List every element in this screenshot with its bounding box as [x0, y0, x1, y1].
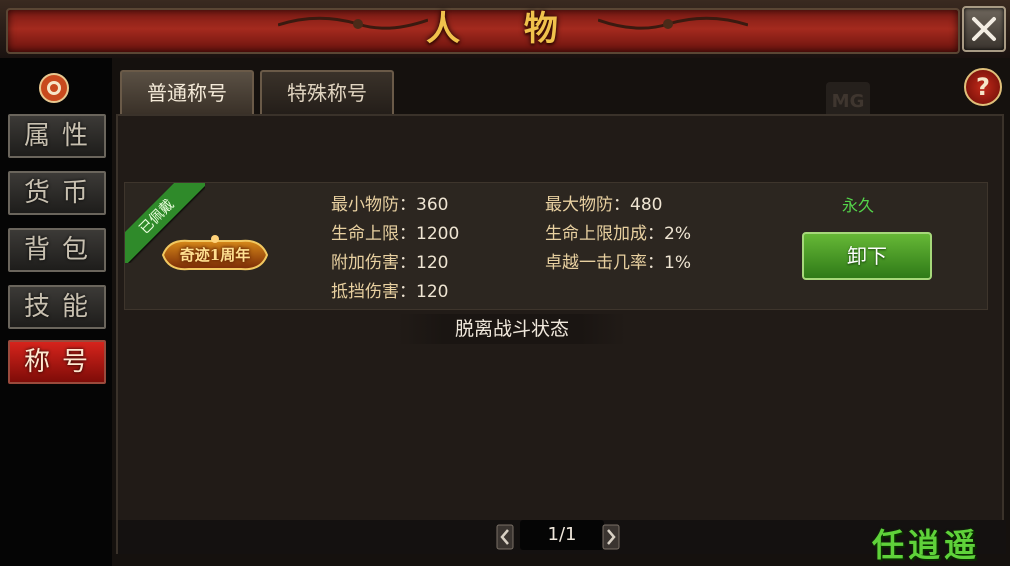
- corner-watermark: 任逍遥: [872, 526, 981, 564]
- window-title: 人 物: [426, 9, 584, 49]
- stat-max-phys-def: 最大物防：480: [545, 195, 663, 215]
- stat-hp-bonus: 生命上限加成：2%: [545, 224, 691, 244]
- nav-item-currency[interactable]: 货币: [8, 171, 106, 215]
- close-button[interactable]: [962, 6, 1006, 52]
- prev-page-icon[interactable]: [496, 524, 514, 550]
- stat-block-damage: 抵挡伤害：120: [331, 282, 449, 302]
- next-page-icon[interactable]: [602, 524, 620, 550]
- duration-label: 永久: [841, 196, 874, 215]
- side-nav: 属性 货币 背包 技能 称号: [0, 58, 114, 566]
- stat-min-phys-def: 最小物防：360: [331, 195, 449, 215]
- character-emblem-icon[interactable]: [38, 72, 70, 104]
- nav-item-skills[interactable]: 技能: [8, 285, 106, 329]
- stat-hp-max: 生命上限：1200: [331, 224, 460, 244]
- title-list: 已佩戴 奇迹1周年 最小物防：360 最大物防：480 生命上限：1200 生命…: [116, 114, 1004, 554]
- badge-label: 奇迹1周年: [179, 246, 251, 264]
- close-icon: [972, 17, 996, 41]
- combat-status: 脱离战斗状态: [398, 314, 626, 344]
- tab-normal-titles[interactable]: 普通称号: [120, 70, 254, 114]
- stat-excellent-rate: 卓越一击几率：1%: [545, 253, 691, 273]
- nav-item-attributes[interactable]: 属性: [8, 114, 106, 158]
- nav-item-bag[interactable]: 背包: [8, 228, 106, 272]
- main-panel: 普通称号 特殊称号 MG ? 已佩戴 奇迹1周年 最小物防：360 最大物防：4…: [112, 58, 1010, 566]
- nav-item-titles[interactable]: 称号: [8, 340, 106, 384]
- unequip-button[interactable]: 卸下: [802, 232, 932, 280]
- help-button[interactable]: ?: [964, 68, 1002, 106]
- title-bar: 人 物: [0, 0, 1010, 58]
- stat-extra-damage: 附加伤害：120: [331, 253, 449, 273]
- tab-special-titles[interactable]: 特殊称号: [260, 70, 394, 114]
- title-badge: 奇迹1周年: [159, 231, 271, 279]
- page-indicator: 1/1: [520, 520, 604, 550]
